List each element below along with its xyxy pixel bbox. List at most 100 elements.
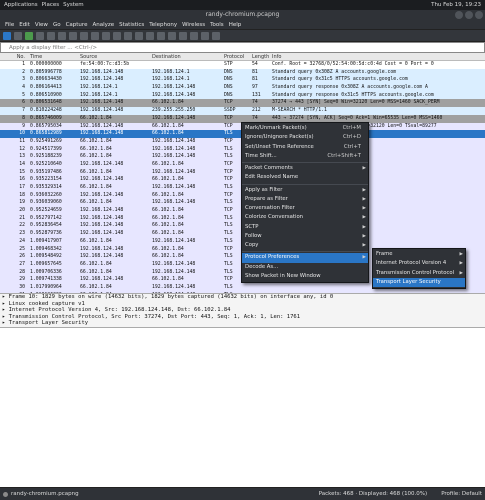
menu-edit[interactable]: Edit xyxy=(19,22,30,28)
column-header-info[interactable]: Info xyxy=(270,53,485,60)
submenu-arrow-icon: ▶ xyxy=(362,243,366,248)
packet-cell-time: 0.810224248 xyxy=(30,108,62,114)
context-menu-item-sctp[interactable]: SCTP ▶ xyxy=(242,223,368,232)
context-menu-item-apply-as-filter[interactable]: Apply as Filter ▶ xyxy=(242,186,368,195)
packet-cell-no: 15 xyxy=(19,169,25,175)
expand-arrow-icon[interactable]: ▸ xyxy=(2,307,9,313)
packet-cell-no: 18 xyxy=(19,192,25,198)
packet-row[interactable]: 4 0.806164413 192.168.124.1 192.168.124.148… xyxy=(0,84,485,92)
packet-cell-info: 37274 → 443 [SYN] Seq=0 Win=32120 Len=0 … xyxy=(272,100,440,106)
packet-row[interactable]: 3 0.806634430 192.168.124.148 192.168.124.1… xyxy=(0,76,485,85)
menu-help[interactable]: Help xyxy=(229,22,242,28)
context-menu-item-edit-resolved-name[interactable]: Edit Resolved Name xyxy=(242,173,368,182)
column-header-no[interactable]: No. xyxy=(0,53,28,60)
packet-details-pane[interactable]: ▸ Frame 10: 1829 bytes on wire (14632 bi… xyxy=(0,293,485,327)
menu-tools[interactable]: Tools xyxy=(210,22,224,28)
menu-statistics[interactable]: Statistics xyxy=(119,22,144,28)
packet-cell-no: 17 xyxy=(19,185,25,190)
go-back-icon[interactable] xyxy=(102,31,110,40)
column-header-source[interactable]: Source xyxy=(78,53,150,60)
context-menu-item-packet-comments[interactable]: Packet Comments ▶ xyxy=(242,164,368,173)
packet-cell-info: Standard query 0x31c5 HTTPS accounts.goo… xyxy=(272,77,408,83)
packet-cell-src: 66.102.1.84 xyxy=(80,154,112,160)
expand-arrow-icon[interactable]: ▸ xyxy=(2,301,9,307)
packet-cell-time: 1.009706336 xyxy=(30,269,62,275)
context-menu-item-copy[interactable]: Copy ▶ xyxy=(242,241,368,250)
packet-cell-proto: DNS xyxy=(224,85,233,91)
packet-row[interactable]: 2 0.805996778 192.168.124.148 192.168.124.1… xyxy=(0,68,485,77)
menu-view[interactable]: View xyxy=(35,22,48,28)
context-menu-item-follow[interactable]: Follow ▶ xyxy=(242,232,368,241)
packet-cell-src: 192.168.124.148 xyxy=(80,254,124,260)
save-icon[interactable] xyxy=(58,31,66,40)
gear-icon[interactable] xyxy=(36,31,44,40)
places-menu[interactable]: Places xyxy=(42,2,60,8)
colorize-icon[interactable] xyxy=(168,31,176,40)
menu-analyze[interactable]: Analyze xyxy=(92,22,114,28)
first-packet-icon[interactable] xyxy=(135,31,143,40)
context-menu-item-colorize-conversation[interactable]: Colorize Conversation ▶ xyxy=(242,213,368,222)
context-menu-item-prepare-as-filter[interactable]: Prepare as Filter ▶ xyxy=(242,195,368,204)
packet-row[interactable]: 7 0.810224248 192.168.124.148 239.255.255.2… xyxy=(0,107,485,115)
maximize-button[interactable] xyxy=(465,11,473,19)
display-filter-input[interactable]: Apply a display filter ... <Ctrl-/> xyxy=(0,42,485,53)
expand-arrow-icon[interactable]: ▸ xyxy=(2,320,9,326)
packet-row[interactable]: 5 0.806510900 192.168.124.1 192.168.124.148… xyxy=(0,91,485,100)
column-header-time[interactable]: Time xyxy=(28,53,78,60)
go-forward-icon[interactable] xyxy=(113,31,121,40)
close-button[interactable] xyxy=(475,11,483,19)
applications-menu[interactable]: Applications xyxy=(4,2,38,8)
menu-file[interactable]: File xyxy=(5,22,14,28)
submenu-item-internet-protocol-version-4[interactable]: Internet Protocol Version 4 ▶ xyxy=(373,259,465,268)
last-packet-icon[interactable] xyxy=(146,31,154,40)
menu-capture[interactable]: Capture xyxy=(66,22,88,28)
status-profile[interactable]: Profile: Default xyxy=(441,491,482,497)
go-to-packet-icon[interactable] xyxy=(124,31,132,40)
packet-cell-no: 20 xyxy=(19,208,25,214)
zoom-out-icon[interactable] xyxy=(190,31,198,40)
restart-icon[interactable] xyxy=(25,31,33,40)
submenu-item-transport-layer-security[interactable]: Transport Layer Security xyxy=(373,277,465,287)
menu-go[interactable]: Go xyxy=(53,22,61,28)
zoom-in-icon[interactable] xyxy=(179,31,187,40)
submenu-item-frame[interactable]: Frame ▶ xyxy=(373,250,465,259)
submenu-arrow-icon: ▶ xyxy=(459,252,463,257)
normal-size-icon[interactable] xyxy=(201,31,209,40)
column-header-destination[interactable]: Destination xyxy=(150,53,222,60)
detail-tree-item[interactable]: ▸ Transport Layer Security xyxy=(0,320,485,327)
close-file-icon[interactable] xyxy=(69,31,77,40)
stop-icon[interactable] xyxy=(14,31,22,40)
expert-info-icon[interactable] xyxy=(3,491,8,497)
column-header-protocol[interactable]: Protocol xyxy=(222,53,250,60)
packet-cell-time: 0.806634430 xyxy=(30,77,62,83)
packet-bytes-pane[interactable] xyxy=(0,327,485,487)
context-menu-item-mark-unmark-packet-s[interactable]: Mark/Unmark Packet(s) Ctrl+M xyxy=(242,124,368,133)
submenu-item-transmission-control-protocol[interactable]: Transmission Control Protocol ▶ xyxy=(373,269,465,278)
minimize-button[interactable] xyxy=(455,11,463,19)
context-menu-item-conversation-filter[interactable]: Conversation Filter ▶ xyxy=(242,204,368,213)
packet-row[interactable]: 1 0.000000000 fe:54:00:7c:d3:5b STP 54 Conf. … xyxy=(0,61,485,69)
system-menu[interactable]: System xyxy=(63,2,84,8)
context-menu-item-show-packet-in-new-window[interactable]: Show Packet in New Window xyxy=(242,272,368,281)
status-file: randy-chromium.pcapng xyxy=(11,491,79,497)
search-icon[interactable] xyxy=(91,31,99,40)
autoscroll-icon[interactable] xyxy=(157,31,165,40)
context-menu-item-set-unset-time-reference[interactable]: Set/Unset Time Reference Ctrl+T xyxy=(242,143,368,152)
context-menu-item-ignore-unignore-packet-s[interactable]: Ignore/Unignore Packet(s) Ctrl+D xyxy=(242,133,368,142)
expand-arrow-icon[interactable]: ▸ xyxy=(2,314,9,320)
submenu-arrow-icon: ▶ xyxy=(362,224,366,230)
open-file-icon[interactable] xyxy=(47,31,55,40)
menu-telephony[interactable]: Telephony xyxy=(149,22,177,28)
column-header-length[interactable]: Length xyxy=(250,53,270,60)
packet-cell-dst: 192.168.124.148 xyxy=(152,138,196,144)
reload-icon[interactable] xyxy=(80,31,88,40)
context-menu-item-time-shift[interactable]: Time Shift... Ctrl+Shift+T xyxy=(242,152,368,161)
expand-arrow-icon[interactable]: ▸ xyxy=(2,294,9,300)
context-menu-item-protocol-preferences[interactable]: Protocol Preferences ▶ xyxy=(242,253,368,263)
resize-columns-icon[interactable] xyxy=(212,31,220,40)
menu-wireless[interactable]: Wireless xyxy=(182,22,205,28)
context-menu-item-decode-as[interactable]: Decode As... xyxy=(242,263,368,272)
packet-cell-src: 66.102.1.84 xyxy=(80,185,112,190)
packet-row[interactable]: 6 0.806531648 192.168.124.148 66.102.1.84 TC… xyxy=(0,99,485,108)
shark-fin-start-icon[interactable] xyxy=(3,31,11,40)
